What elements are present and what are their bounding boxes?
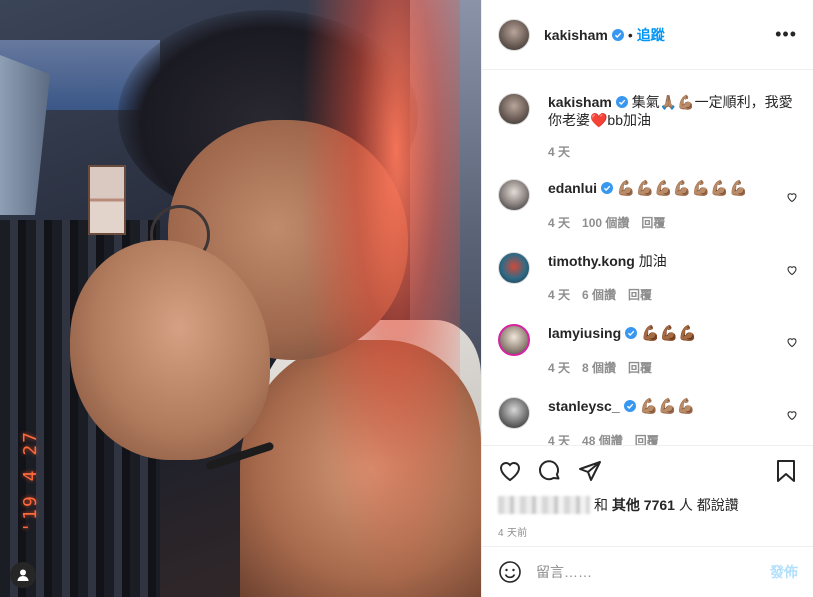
post-timestamp[interactable]: 4 天前 [482, 514, 813, 539]
blurred-liker-name [498, 496, 590, 514]
comments-list[interactable]: kakisham 集氣🙏🏽💪🏽一定順利，我愛你老婆❤️bb加油 4 天 edan… [482, 71, 813, 445]
comment-avatar[interactable] [498, 252, 530, 284]
comment-time: 4 天 [548, 288, 571, 302]
like-comment-heart-icon[interactable] [786, 264, 798, 276]
author-avatar[interactable] [498, 18, 530, 51]
like-comment-heart-icon[interactable] [786, 336, 798, 348]
comment-item: timothy.kong 加油 4 天 6 個讚 回覆 [498, 252, 798, 304]
reply-button[interactable]: 回覆 [628, 286, 652, 304]
tagged-user-icon[interactable] [10, 562, 36, 588]
verified-badge-icon [625, 327, 638, 339]
comment-likes[interactable]: 48 個讚 [582, 432, 623, 445]
action-bar [482, 446, 813, 496]
comment-time: 4 天 [548, 216, 571, 230]
likes-others: 其他 [611, 497, 640, 513]
photo-date-stamp: '19 4 27 [20, 430, 41, 533]
comment-username[interactable]: lamyiusing [548, 325, 621, 341]
save-bookmark-icon[interactable] [774, 459, 798, 483]
comment-item: stanleysc_ 💪🏽💪🏽💪🏽 4 天 48 個讚 回覆 [498, 397, 798, 445]
post-actions: 和 其他 7761 人 都說讚 4 天前 [482, 445, 813, 539]
more-options-icon[interactable]: ••• [775, 24, 797, 45]
post-panel: kakisham • 追蹤 ••• kakisham 集氣🙏🏽💪🏽一定順利，我愛… [481, 0, 813, 597]
verified-badge-icon [611, 28, 624, 41]
caption-username[interactable]: kakisham [548, 94, 612, 110]
verified-badge-icon [623, 400, 636, 412]
post-photo[interactable]: '19 4 27 [0, 0, 481, 597]
likes-prefix: 和 [594, 497, 608, 513]
photo-light-leak [300, 0, 460, 597]
comment-item: lamyiusing 💪🏾💪🏾💪🏾 4 天 8 個讚 回覆 [498, 324, 798, 377]
comment-input[interactable] [536, 564, 756, 580]
share-paper-plane-icon[interactable] [578, 459, 602, 483]
comment-likes[interactable]: 8 個讚 [582, 359, 616, 377]
comment-likes[interactable]: 6 個讚 [582, 286, 616, 304]
like-comment-heart-icon[interactable] [786, 409, 798, 421]
likes-summary[interactable]: 和 其他 7761 人 都說讚 [482, 496, 813, 514]
comment-avatar[interactable] [498, 397, 530, 429]
like-comment-heart-icon[interactable] [786, 191, 798, 203]
separator-dot: • [627, 26, 633, 43]
caption-avatar[interactable] [498, 93, 530, 125]
comment-time: 4 天 [548, 434, 571, 445]
comment-avatar[interactable] [498, 179, 530, 211]
add-comment-bar: 發佈 [482, 546, 813, 597]
verified-badge-icon [615, 96, 628, 108]
author-username[interactable]: kakisham [544, 27, 608, 43]
reply-button[interactable]: 回覆 [628, 359, 652, 377]
photo-umbrella [0, 55, 50, 215]
comment-username[interactable]: stanleysc_ [548, 398, 620, 414]
comment-bubble-icon[interactable] [538, 459, 562, 483]
comment-likes[interactable]: 100 個讚 [582, 214, 629, 232]
emoji-smiley-icon[interactable] [498, 560, 522, 584]
comment-item: edanlui 💪🏽💪🏽💪🏽💪🏽💪🏽💪🏽💪🏽 4 天 100 個讚 回覆 [498, 179, 798, 232]
comment-username[interactable]: timothy.kong [548, 253, 635, 269]
caption-time: 4 天 [548, 145, 571, 159]
post-comment-button[interactable]: 發佈 [770, 562, 798, 582]
comment-text: 💪🏾💪🏾💪🏾 [641, 325, 698, 342]
follow-button[interactable]: 追蹤 [637, 25, 665, 45]
likes-count: 7761 [643, 497, 675, 513]
reply-button[interactable]: 回覆 [641, 214, 665, 232]
comment-username[interactable]: edanlui [548, 180, 597, 196]
like-heart-icon[interactable] [498, 459, 522, 483]
verified-badge-icon [601, 182, 614, 194]
caption: kakisham 集氣🙏🏽💪🏽一定順利，我愛你老婆❤️bb加油 4 天 [498, 93, 798, 161]
photo-posters [88, 165, 126, 235]
comment-time: 4 天 [548, 361, 571, 375]
likes-suffix: 人 都說讚 [678, 497, 739, 513]
comment-text: 加油 [638, 253, 667, 269]
comment-text: 💪🏽💪🏽💪🏽 [639, 398, 696, 415]
post-header: kakisham • 追蹤 ••• [482, 0, 813, 70]
comment-text: 💪🏽💪🏽💪🏽💪🏽💪🏽💪🏽💪🏽 [616, 180, 748, 197]
reply-button[interactable]: 回覆 [635, 432, 659, 445]
comment-avatar-story[interactable] [498, 324, 530, 356]
